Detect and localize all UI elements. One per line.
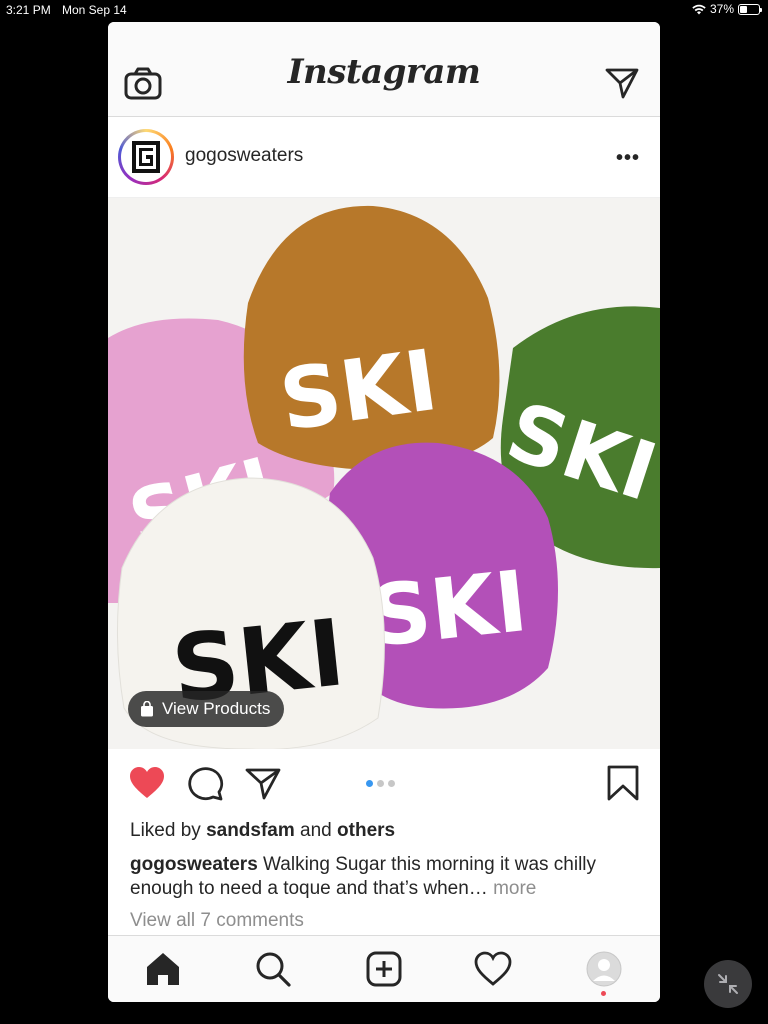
view-comments-link[interactable]: View all 7 comments	[130, 910, 304, 932]
liked-by-prefix: Liked by	[130, 820, 201, 841]
post-actions	[108, 749, 660, 819]
post-photo[interactable]: SKI SKI SKI SKI SKI	[108, 198, 660, 749]
profile-notification-dot	[601, 991, 606, 996]
avatar-inner	[121, 132, 171, 182]
svg-text:SKI: SKI	[365, 552, 531, 666]
liked-by-user[interactable]: sandsfam	[206, 820, 295, 841]
share-icon[interactable]	[244, 765, 282, 801]
avatar[interactable]	[118, 129, 174, 185]
liked-by-and: and	[300, 820, 332, 841]
collapse-arrows-icon	[718, 974, 738, 994]
search-icon[interactable]	[254, 950, 292, 988]
shopping-bag-icon	[141, 701, 153, 717]
instagram-app: Instagram gogosweaters ••• SKI SKI SKI S…	[108, 22, 660, 1002]
status-right: 37%	[692, 2, 762, 16]
add-post-icon[interactable]	[365, 950, 403, 988]
post-username[interactable]: gogosweaters	[185, 145, 303, 167]
like-heart-icon[interactable]	[128, 765, 166, 801]
caption-username[interactable]: gogosweaters	[130, 854, 258, 875]
home-icon[interactable]	[144, 950, 182, 988]
liked-by-text: Liked by sandsfam and others	[130, 820, 395, 842]
post-header: gogosweaters •••	[108, 117, 660, 198]
direct-message-icon[interactable]	[604, 66, 640, 100]
bottom-tab-bar	[108, 935, 660, 1002]
carousel-dot	[388, 780, 395, 787]
battery-icon	[738, 3, 762, 15]
status-time: 3:21 PM	[6, 3, 51, 17]
wifi-icon	[692, 4, 706, 14]
battery-level	[740, 5, 747, 13]
profile-icon[interactable]	[585, 950, 623, 988]
instagram-logo: Instagram	[287, 52, 481, 92]
carousel-dot	[377, 780, 384, 787]
post-caption: gogosweaters Walking Sugar this morning …	[130, 853, 642, 901]
more-options-icon[interactable]: •••	[616, 147, 640, 170]
status-date: Mon Sep 14	[62, 3, 127, 17]
carousel-indicator	[366, 780, 395, 787]
collapse-window-button[interactable]	[704, 960, 752, 1008]
save-bookmark-icon[interactable]	[604, 765, 642, 801]
battery-percent: 37%	[709, 2, 734, 16]
status-bar: 3:21 PM Mon Sep 14 37%	[0, 0, 768, 20]
liked-by-others[interactable]: others	[337, 820, 395, 841]
view-products-button[interactable]: View Products	[128, 691, 285, 727]
view-products-label: View Products	[162, 699, 271, 718]
knit-hats-photo: SKI SKI SKI SKI SKI	[108, 198, 660, 749]
comment-icon[interactable]	[186, 765, 224, 801]
heart-outline-icon[interactable]	[474, 950, 512, 988]
gogo-logo-icon	[132, 141, 160, 173]
caption-more-link[interactable]: more	[493, 878, 536, 899]
top-bar: Instagram	[108, 22, 660, 117]
carousel-dot	[366, 780, 373, 787]
